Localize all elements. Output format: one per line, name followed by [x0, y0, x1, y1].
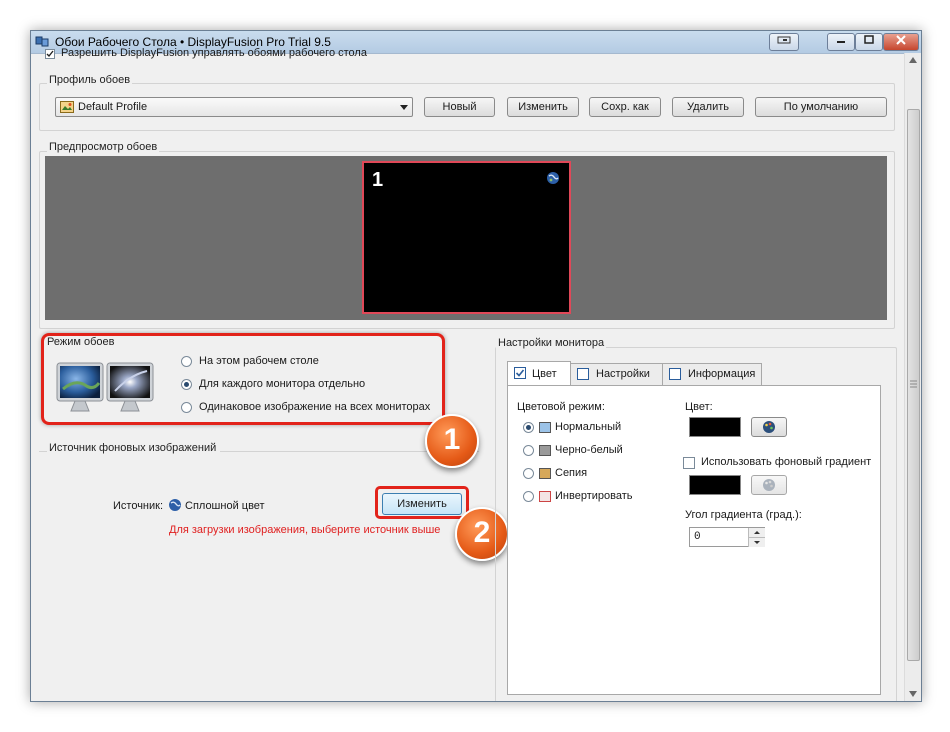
color-mode-radio-1[interactable]	[523, 445, 534, 456]
vertical-scrollbar[interactable]	[904, 53, 921, 701]
chevron-down-icon	[754, 541, 760, 544]
maximize-icon	[864, 35, 874, 44]
gradient-angle-label: Угол градиента (град.):	[685, 509, 802, 521]
tab-color[interactable]: Цвет	[507, 361, 571, 385]
palette-icon	[763, 479, 775, 491]
color-mode-radio-3[interactable]	[523, 491, 534, 502]
profile-save-as-button[interactable]: Сохр. как	[589, 97, 661, 117]
tab-color-checkbox	[514, 367, 526, 379]
preview-group-label: Предпросмотр обоев	[47, 141, 160, 153]
grayscale-mode-icon	[539, 445, 551, 456]
tab-settings-label: Настройки	[596, 368, 650, 380]
tab-color-label: Цвет	[532, 368, 557, 380]
tab-info-label: Информация	[688, 368, 756, 380]
profile-default-button[interactable]: По умолчанию	[755, 97, 887, 117]
app-icon	[35, 35, 49, 49]
restore-tray-button[interactable]	[769, 33, 799, 51]
profile-image-icon	[60, 101, 74, 113]
close-icon	[896, 35, 906, 45]
palette-icon	[763, 421, 775, 433]
sepia-mode-icon	[539, 468, 551, 479]
gradient-checkbox[interactable]	[683, 457, 695, 469]
scroll-up-icon[interactable]	[909, 57, 917, 63]
color-mode-radio-2[interactable]	[523, 468, 534, 479]
tab-info-checkbox	[669, 368, 681, 380]
tab-info[interactable]: Информация	[662, 363, 762, 385]
profile-group-label: Профиль обоев	[47, 74, 133, 86]
monitor-settings-label: Настройки монитора	[496, 337, 607, 349]
color-picker-button[interactable]	[751, 417, 787, 437]
close-button[interactable]	[883, 33, 919, 51]
gradient-checkbox-label: Использовать фоновый градиент	[701, 456, 872, 468]
color-mode-label-grayscale: Черно-белый	[555, 444, 623, 456]
color-mode-radio-0[interactable]	[523, 422, 534, 433]
scrollbar-thumb[interactable]	[907, 109, 920, 661]
normal-mode-icon	[539, 422, 551, 433]
gradient-angle-value: 0	[694, 531, 701, 543]
profile-delete-button[interactable]: Удалить	[672, 97, 744, 117]
color-label: Цвет:	[685, 401, 713, 413]
chevron-down-icon	[400, 105, 408, 110]
source-label: Источник:	[113, 500, 164, 512]
color-mode-label-sepia: Сепия	[555, 467, 588, 479]
step-badge-1: 1	[425, 414, 479, 468]
source-hint: Для загрузки изображения, выберите источ…	[169, 524, 441, 536]
gradient-color-picker-button[interactable]	[751, 475, 787, 495]
monitor-preview[interactable]: 1	[362, 161, 571, 314]
allow-checkbox-label: Разрешить DisplayFusion управлять обоями…	[61, 47, 367, 59]
app-window: Обои Рабочего Стола • DisplayFusion Pro …	[30, 30, 922, 702]
color-mode-label-normal: Нормальный	[555, 421, 622, 433]
source-value: Сплошной цвет	[185, 500, 265, 512]
grip-icon	[910, 380, 917, 388]
source-group-label: Источник фоновых изображений	[47, 442, 221, 454]
wallpaper-preview-area: 1	[45, 156, 887, 320]
tab-settings[interactable]: Настройки	[570, 363, 663, 385]
tray-icon	[777, 36, 791, 44]
gradient-color-swatch[interactable]	[689, 475, 741, 495]
solid-color-source-icon	[169, 499, 181, 511]
globe-icon	[547, 172, 559, 184]
minimize-icon	[837, 41, 845, 43]
profile-new-button[interactable]: Новый	[424, 97, 495, 117]
maximize-button[interactable]	[855, 33, 883, 51]
scroll-down-icon[interactable]	[909, 691, 917, 697]
color-swatch[interactable]	[689, 417, 741, 437]
monitor-number: 1	[372, 169, 384, 191]
color-mode-label: Цветовой режим:	[517, 401, 605, 413]
profile-select[interactable]: Default Profile	[55, 97, 413, 117]
minimize-button[interactable]	[827, 33, 855, 51]
change-button-highlight	[375, 486, 469, 519]
color-mode-label-invert: Инвертировать	[555, 490, 633, 502]
stepper-up[interactable]	[748, 528, 765, 537]
gradient-angle-stepper[interactable]: 0	[689, 527, 765, 547]
allow-checkbox[interactable]	[45, 49, 55, 59]
tab-settings-checkbox	[577, 368, 589, 380]
profile-edit-button[interactable]: Изменить	[507, 97, 579, 117]
monitor-settings-tabs: Цвет Настройки Информация Цветовой режим…	[507, 361, 883, 695]
invert-mode-icon	[539, 491, 551, 502]
chevron-up-icon	[754, 531, 760, 534]
mode-highlight-frame	[41, 333, 445, 425]
stepper-down[interactable]	[748, 537, 765, 547]
profile-select-value: Default Profile	[78, 101, 148, 113]
